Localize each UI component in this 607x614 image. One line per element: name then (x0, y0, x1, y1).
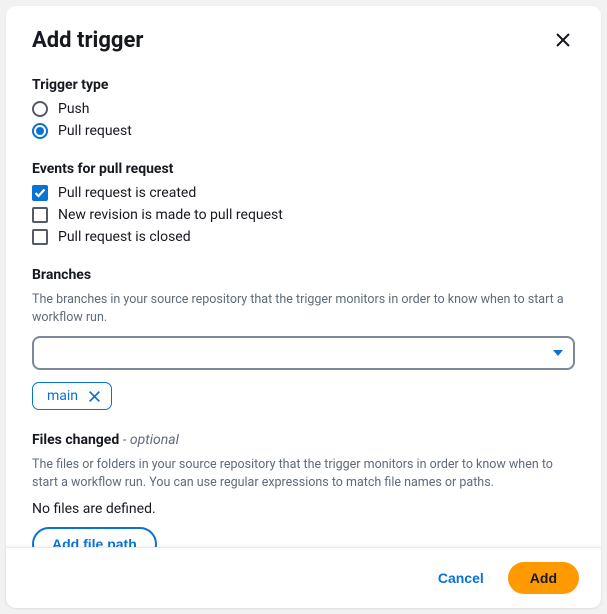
radio-pull-request-label: Pull request (58, 123, 132, 139)
radio-push[interactable]: Push (32, 101, 575, 117)
branches-help-text: The branches in your source repository t… (32, 291, 575, 326)
dialog-title: Add trigger (32, 28, 143, 53)
dialog-body: Add trigger Trigger type Push Pull reque… (6, 6, 601, 547)
optional-suffix: - optional (119, 432, 179, 448)
events-section: Events for pull request Pull request is … (32, 161, 575, 245)
chevron-down-icon (553, 350, 563, 356)
radio-push-label: Push (58, 101, 90, 117)
trigger-type-section: Trigger type Push Pull request (32, 77, 575, 139)
branches-section: Branches The branches in your source rep… (32, 267, 575, 410)
add-trigger-dialog: Add trigger Trigger type Push Pull reque… (6, 6, 601, 608)
checkbox-icon (32, 229, 48, 245)
dialog-footer: Cancel Add (6, 547, 601, 608)
checkbox-new-revision[interactable]: New revision is made to pull request (32, 207, 575, 223)
events-label: Events for pull request (32, 161, 575, 177)
cancel-button[interactable]: Cancel (432, 562, 490, 594)
trigger-type-label: Trigger type (32, 77, 575, 93)
files-changed-section: Files changed - optional The files or fo… (32, 432, 575, 547)
checkbox-icon (32, 185, 48, 201)
no-files-text: No files are defined. (32, 501, 575, 517)
checkbox-icon (32, 207, 48, 223)
checkbox-pr-created-label: Pull request is created (58, 185, 196, 201)
checkbox-pr-closed-label: Pull request is closed (58, 229, 191, 245)
checkbox-new-revision-label: New revision is made to pull request (58, 207, 283, 223)
dialog-header: Add trigger (32, 28, 575, 55)
files-changed-help-text: The files or folders in your source repo… (32, 456, 575, 491)
add-button[interactable]: Add (508, 562, 579, 594)
close-button[interactable] (551, 28, 575, 55)
checkbox-pr-created[interactable]: Pull request is created (32, 185, 575, 201)
branches-dropdown[interactable] (32, 336, 575, 370)
branch-tag-main: main (32, 382, 112, 410)
radio-icon (32, 101, 48, 117)
radio-icon (32, 123, 48, 139)
radio-pull-request[interactable]: Pull request (32, 123, 575, 139)
files-changed-label: Files changed - optional (32, 432, 575, 448)
add-file-path-button[interactable]: Add file path (32, 527, 157, 547)
remove-tag-button[interactable] (88, 390, 101, 403)
branch-tag-label: main (47, 388, 78, 404)
files-changed-label-text: Files changed (32, 432, 119, 448)
close-icon (555, 36, 571, 51)
branches-label: Branches (32, 267, 575, 283)
checkbox-pr-closed[interactable]: Pull request is closed (32, 229, 575, 245)
